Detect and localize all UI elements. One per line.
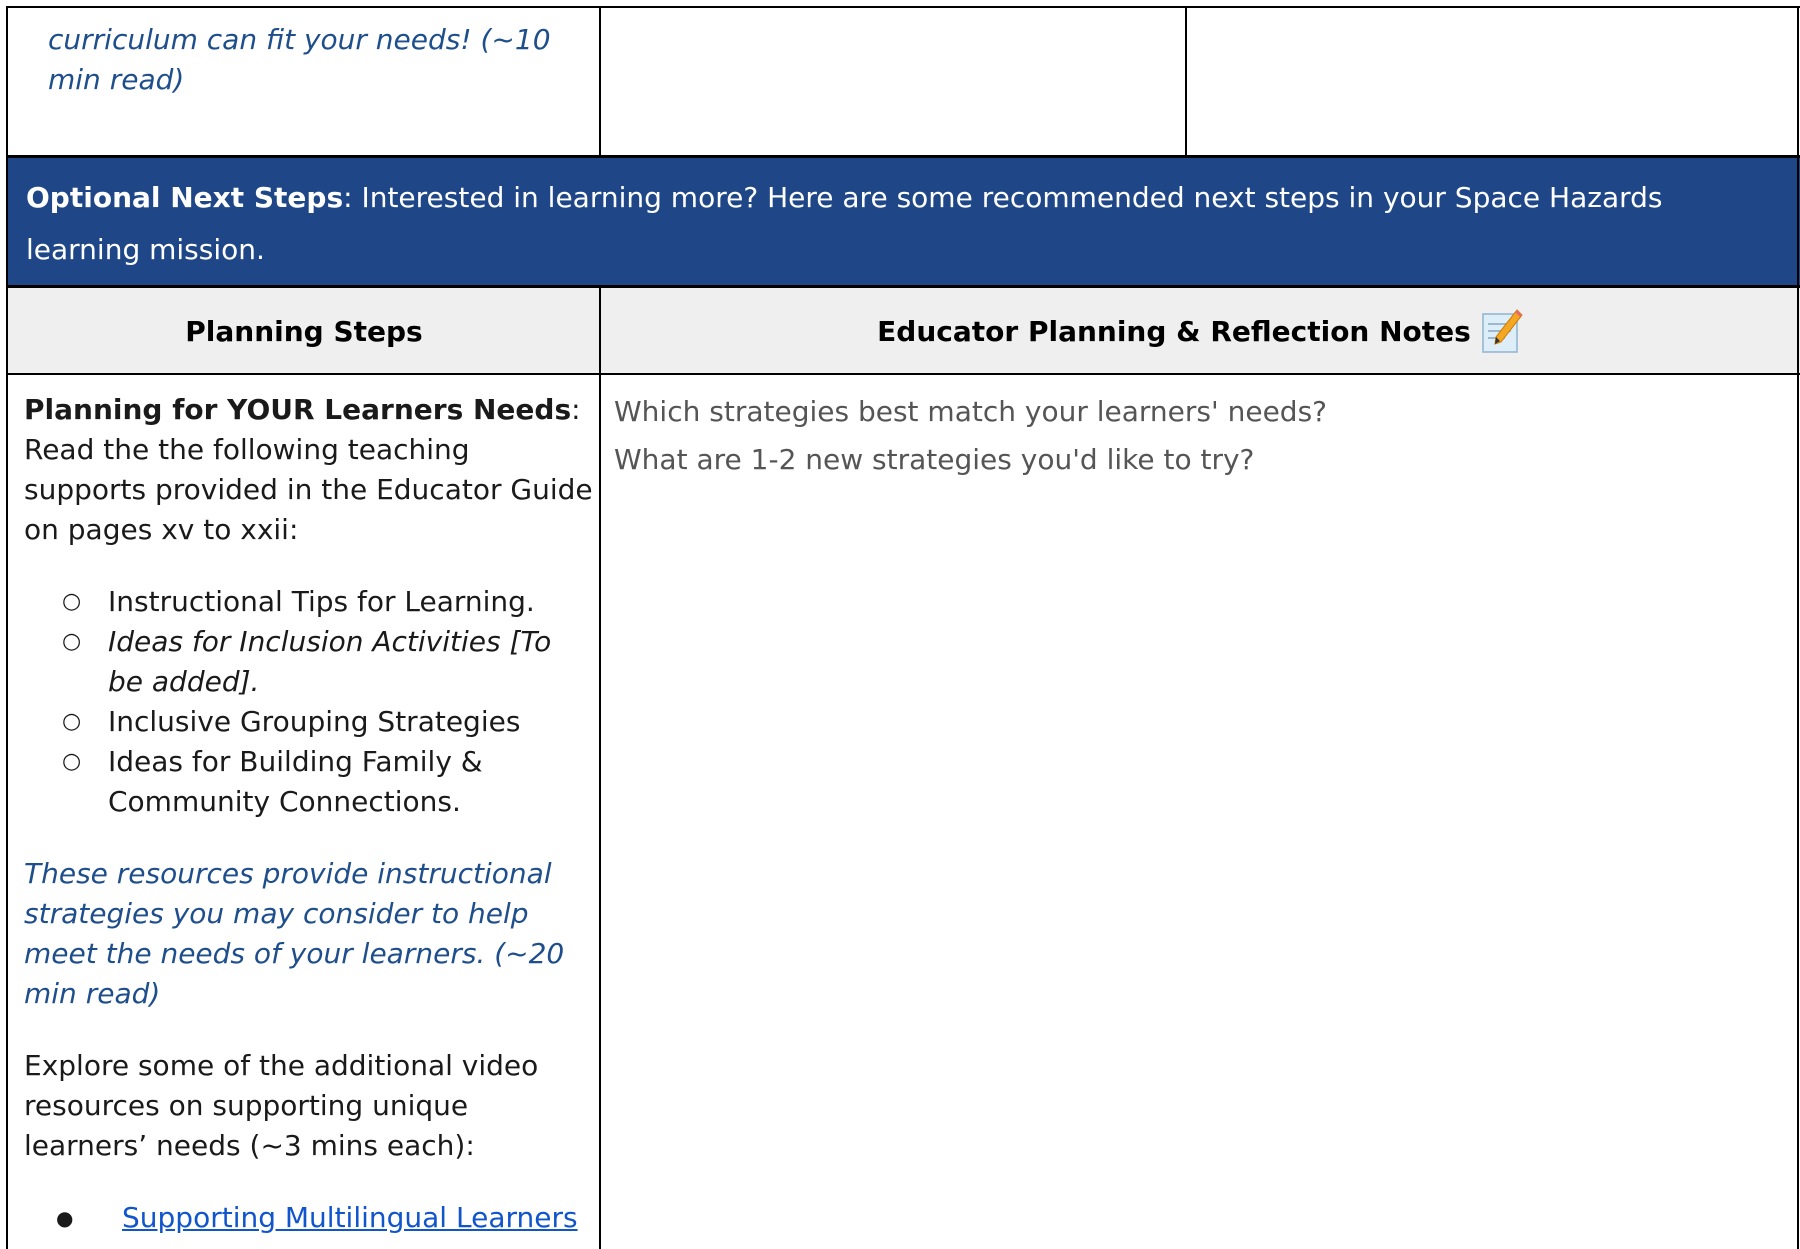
table-border-left: [6, 6, 8, 1249]
supporting-multilingual-learners-link[interactable]: Supporting Multilingual Learners: [122, 1201, 578, 1234]
header-educator-notes: Educator Planning & Reflection Notes: [602, 288, 1798, 374]
planning-heading: Planning for YOUR Learners Needs: [24, 393, 572, 426]
header-educator-notes-label: Educator Planning & Reflection Notes: [877, 314, 1471, 348]
video-intro: Explore some of the additional video res…: [24, 1049, 539, 1162]
video-links-list: Supporting Multilingual Learners: [24, 1198, 594, 1238]
col-divider-1: [599, 6, 601, 156]
row-divider-1: [6, 155, 1800, 158]
notes-prompt-2: What are 1-2 new strategies you'd like t…: [614, 443, 1255, 476]
col-divider-3: [599, 285, 601, 1249]
list-item: Instructional Tips for Learning.: [24, 582, 594, 622]
list-item: Inclusive Grouping Strategies: [24, 702, 594, 742]
table-border-top: [6, 6, 1800, 8]
table-border-right: [1797, 6, 1799, 1249]
banner-label: Optional Next Steps: [26, 181, 344, 214]
support-item-text: Instructional Tips for Learning.: [108, 585, 535, 618]
col-divider-2: [1185, 6, 1187, 156]
reflection-notes-cell[interactable]: Which strategies best match your learner…: [614, 388, 1784, 484]
row-divider-2: [6, 285, 1800, 288]
banner-text: Optional Next Steps: Interested in learn…: [26, 172, 1766, 276]
list-item: Ideas for Building Family & Community Co…: [24, 742, 594, 822]
top-row-col2-empty: [602, 8, 1186, 154]
header-planning-steps: Planning Steps: [8, 288, 600, 374]
header-planning-steps-label: Planning Steps: [185, 314, 423, 348]
supports-list: Instructional Tips for Learning. Ideas f…: [24, 582, 594, 822]
planning-intro: Planning for YOUR Learners Needs: Read t…: [24, 393, 593, 546]
planning-intro-text: Read the the following teaching supports…: [24, 433, 593, 546]
notes-prompt-1: Which strategies best match your learner…: [614, 395, 1328, 428]
list-item: Ideas for Inclusion Activities [To be ad…: [24, 622, 594, 702]
support-item-text: Ideas for Inclusion Activities [To be ad…: [108, 625, 552, 698]
support-item-text: Inclusive Grouping Strategies: [108, 705, 521, 738]
row-divider-3: [6, 373, 1800, 375]
memo-pencil-icon: [1482, 309, 1523, 353]
support-item-text: Ideas for Building Family & Community Co…: [108, 745, 483, 818]
list-item: Supporting Multilingual Learners: [24, 1198, 594, 1238]
resources-note: These resources provide instructional st…: [24, 857, 565, 1010]
top-row-col3-empty: [1188, 8, 1798, 154]
top-row-col1-text: curriculum can fit your needs! (~10 min …: [48, 23, 551, 96]
planning-steps-cell: Planning for YOUR Learners Needs: Read t…: [24, 390, 594, 1238]
